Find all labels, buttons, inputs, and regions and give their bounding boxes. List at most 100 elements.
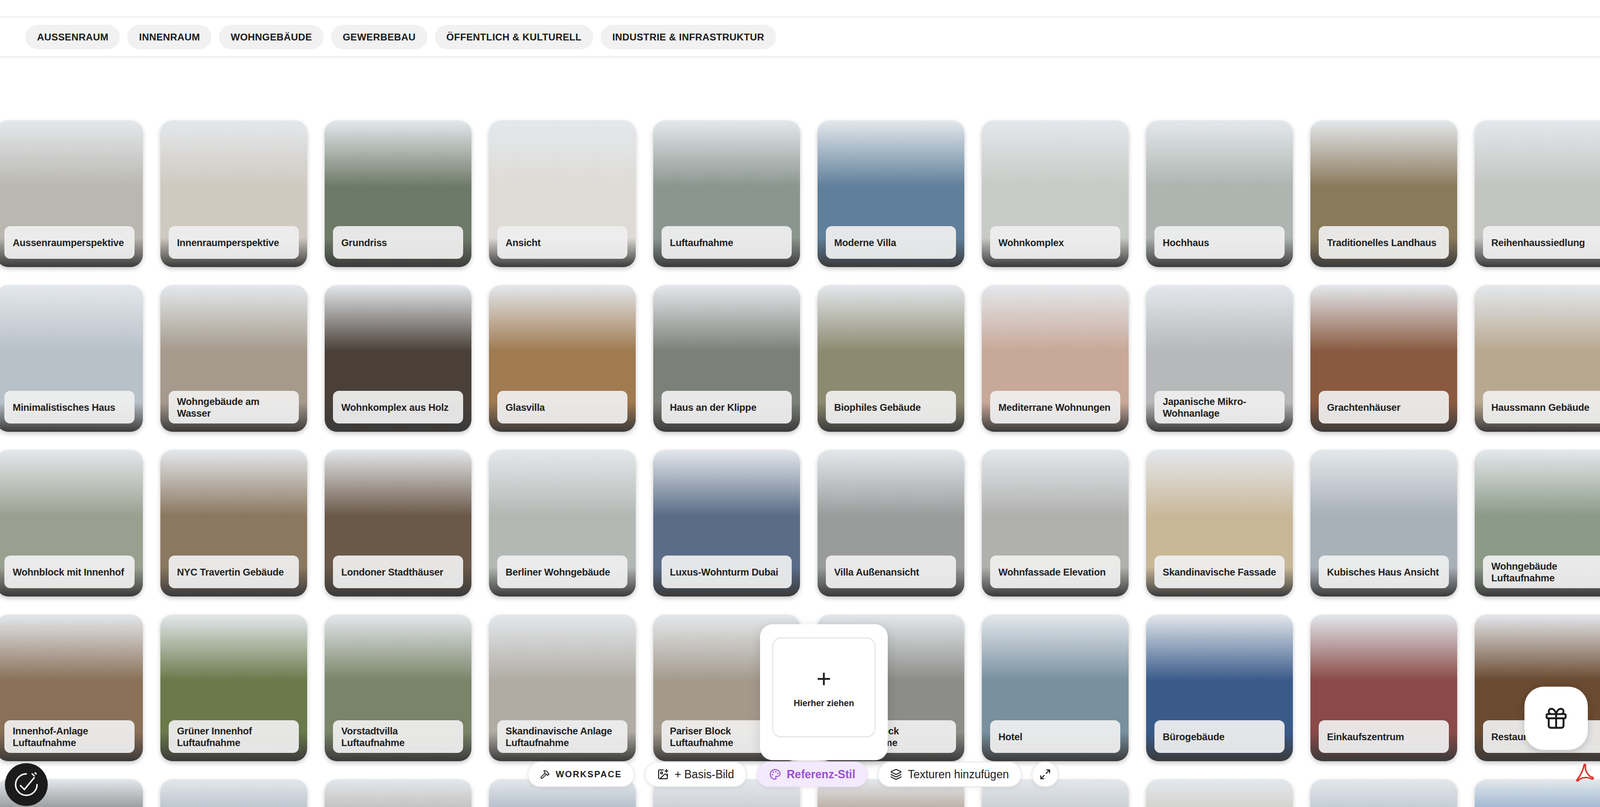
template-card[interactable]: Reihenhaussiedlung (1474, 120, 1600, 268)
template-card[interactable]: Wohnkomplex (981, 120, 1129, 268)
card-label: Skandinavische Anlage Luftaufnahme (497, 720, 628, 754)
plus-icon: + (816, 666, 832, 692)
card-label: Wohnfassade Elevation (990, 555, 1121, 589)
template-card[interactable]: Skandinavische Anlage Luftaufnahme (488, 614, 636, 762)
toolbar-label: Referenz-Stil (786, 768, 856, 782)
dropzone-panel: + Hierher ziehen (760, 624, 888, 761)
card-label: Reihenhaussiedlung (1482, 226, 1600, 259)
template-card[interactable]: Haussmann Gebäude (1474, 285, 1600, 432)
card-label: Innenraumperspektive (168, 226, 299, 259)
gift-button[interactable] (1524, 686, 1588, 751)
template-card[interactable]: Bürogebäude (1146, 614, 1293, 762)
card-label: Londoner Stadthäuser (332, 555, 464, 589)
template-card[interactable]: Grundriss (324, 120, 472, 268)
template-card[interactable]: Innenraumperspektive (160, 120, 308, 268)
toolbar-button[interactable]: WORKSPACE (527, 761, 635, 788)
card-label: Aussenraumperspektive (4, 226, 135, 259)
pdf-icon (1575, 762, 1595, 783)
template-card[interactable]: Aussenraumperspektive (0, 120, 143, 268)
toolbar-icon (540, 769, 550, 780)
category-pill[interactable]: WOHNGEBÄUDE (218, 24, 324, 50)
template-card[interactable]: Hotel (981, 614, 1129, 762)
card-label: Biophiles Gebäude (825, 390, 957, 424)
toolbar-button[interactable]: Texturen hinzufügen (877, 761, 1022, 788)
card-label: NYC Travertin Gebäude (168, 555, 299, 589)
app-logo[interactable] (4, 763, 48, 807)
card-label: Wohnkomplex (990, 226, 1121, 259)
template-card[interactable] (1310, 779, 1458, 807)
card-label: Haussmann Gebäude (1482, 390, 1600, 424)
template-card[interactable]: Skandinavische Fassade (1146, 449, 1293, 597)
template-card[interactable]: Kubisches Haus Ansicht (1310, 449, 1458, 597)
card-label: Grüner Innenhof Luftaufnahme (168, 720, 299, 754)
template-card[interactable]: Traditionelles Landhaus (1310, 120, 1458, 268)
logo-icon (12, 771, 40, 799)
template-card[interactable]: Londoner Stadthäuser (324, 449, 472, 597)
card-label: Hochhaus (1154, 226, 1285, 259)
dropzone-label: Hierher ziehen (793, 698, 855, 709)
card-label: Japanische Mikro-Wohnanlage (1154, 390, 1285, 424)
template-card[interactable]: NYC Travertin Gebäude (160, 449, 308, 597)
template-card[interactable]: Ansicht (488, 120, 636, 268)
template-card[interactable] (1146, 779, 1293, 807)
card-label: Grundriss (332, 226, 464, 259)
category-pill[interactable]: INNENRAUM (127, 24, 212, 50)
toolbar-label: Texturen hinzufügen (907, 768, 1009, 782)
toolbar-label: + Basis-Bild (674, 768, 735, 782)
template-card[interactable] (1474, 779, 1600, 807)
template-card[interactable]: Moderne Villa (817, 120, 965, 268)
template-card[interactable]: Berliner Wohngebäude (488, 449, 636, 597)
template-card[interactable]: Japanische Mikro-Wohnanlage (1146, 285, 1293, 432)
card-label: Luxus-Wohnturm Dubai (661, 555, 792, 589)
toolbar-label: WORKSPACE (555, 769, 623, 781)
template-card[interactable]: Villa Außenansicht (817, 449, 965, 597)
gift-icon (1543, 705, 1569, 732)
toolbar-button[interactable] (1031, 761, 1059, 788)
template-card[interactable] (160, 779, 308, 807)
card-label: Mediterrane Wohnungen (990, 390, 1121, 424)
category-pill[interactable]: ÖFFENTLICH & KULTURELL (434, 24, 594, 50)
card-label: Innenhof-Anlage Luftaufnahme (4, 720, 135, 754)
template-card[interactable]: Innenhof-Anlage Luftaufnahme (0, 614, 143, 762)
category-pill[interactable]: INDUSTRIE & INFRASTRUKTUR (600, 24, 777, 50)
card-label: Kubisches Haus Ansicht (1318, 555, 1449, 589)
toolbar-icon (657, 768, 669, 781)
template-card[interactable]: Glasvilla (488, 285, 636, 432)
card-label: Haus an der Klippe (661, 390, 792, 424)
template-card[interactable]: Haus an der Klippe (653, 285, 800, 432)
category-pill[interactable]: AUSSENRAUM (25, 24, 120, 50)
category-bar: AUSSENRAUM INNENRAUMWOHNGEBÄUDE GEWERBEBAU… (0, 17, 1600, 58)
template-card[interactable]: Einkaufszentrum (1310, 614, 1458, 762)
category-pill[interactable]: GEWERBEBAU (331, 24, 428, 50)
card-label: Wohngebäude Luftaufnahme (1482, 555, 1600, 589)
card-label: Grachtenhäuser (1318, 390, 1449, 424)
pdf-button[interactable] (1574, 761, 1596, 784)
template-card[interactable]: Biophiles Gebäude (817, 285, 965, 432)
template-card[interactable]: Grüner Innenhof Luftaufnahme (160, 614, 308, 762)
card-label: Moderne Villa (825, 226, 957, 259)
template-card[interactable]: Wohngebäude Luftaufnahme (1474, 449, 1600, 597)
template-card[interactable]: Hochhaus (1146, 120, 1293, 268)
card-label: Villa Außenansicht (825, 555, 957, 589)
template-card[interactable]: Wohnkomplex aus Holz (324, 285, 472, 432)
toolbar-button[interactable]: + Basis-Bild (644, 761, 747, 788)
template-card[interactable]: Grachtenhäuser (1310, 285, 1458, 432)
template-card[interactable]: Vorstadtvilla Luftaufnahme (324, 614, 472, 762)
card-label: Berliner Wohngebäude (497, 555, 628, 589)
card-label: Einkaufszentrum (1318, 720, 1449, 754)
template-card[interactable]: Wohngebäude am Wasser (160, 285, 308, 432)
toolbar-icon (1039, 768, 1052, 781)
template-card[interactable]: Mediterrane Wohnungen (981, 285, 1129, 432)
template-card[interactable]: Luxus-Wohnturm Dubai (653, 449, 800, 597)
card-label: Bürogebäude (1154, 720, 1285, 754)
card-label: Ansicht (497, 226, 628, 259)
template-card[interactable]: Wohnfassade Elevation (981, 449, 1129, 597)
template-card[interactable]: Minimalistisches Haus (0, 285, 143, 432)
toolbar-button[interactable]: Referenz-Stil (756, 761, 869, 788)
template-card[interactable]: Wohnblock mit Innenhof (0, 449, 143, 597)
card-label: Glasvilla (497, 390, 628, 424)
dropzone[interactable]: + Hierher ziehen (772, 637, 876, 738)
template-card[interactable] (324, 779, 472, 807)
card-label: Luftaufnahme (661, 226, 792, 259)
template-card[interactable]: Luftaufnahme (653, 120, 800, 268)
